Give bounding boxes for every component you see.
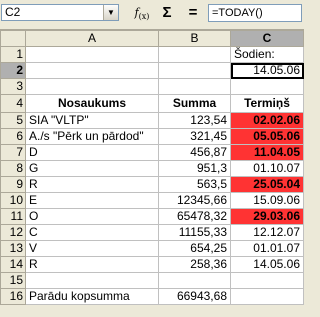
cell-a8[interactable]: G	[25, 160, 159, 177]
cell-a4[interactable]: Nosaukums	[25, 94, 159, 113]
cell-a6[interactable]: A./s "Pērk un pārdod"	[25, 128, 159, 145]
cell-c15[interactable]	[230, 272, 304, 289]
cell-c13[interactable]: 01.01.07	[230, 240, 304, 257]
table-row: 12 C 11155,33 12.12.07	[0, 224, 304, 241]
cell-b10[interactable]: 12345,66	[158, 192, 231, 209]
row-header[interactable]: 10	[0, 192, 26, 209]
row-header[interactable]: 16	[0, 288, 26, 305]
cell-b4[interactable]: Summa	[158, 94, 231, 113]
row-header[interactable]: 1	[0, 46, 26, 63]
formula-input[interactable]: =TODAY()	[208, 4, 302, 22]
row-header[interactable]: 6	[0, 128, 26, 145]
cell-a15[interactable]	[25, 272, 159, 289]
table-row: 7 D 456,87 11.04.05	[0, 144, 304, 161]
column-header-b[interactable]: B	[158, 30, 231, 47]
row-header[interactable]: 15	[0, 272, 26, 289]
cell-b3[interactable]	[158, 78, 231, 95]
sigma-icon: Σ	[162, 4, 172, 21]
cell-b5[interactable]: 123,54	[158, 112, 231, 129]
cell-c3[interactable]	[230, 78, 304, 95]
cell-a2[interactable]	[25, 62, 159, 79]
cell-a7[interactable]: D	[25, 144, 159, 161]
cell-c8[interactable]: 01.10.07	[230, 160, 304, 177]
cell-b16[interactable]: 66943,68	[158, 288, 231, 305]
cell-a3[interactable]	[25, 78, 159, 95]
cell-b1[interactable]	[158, 46, 231, 63]
cell-c4[interactable]: Termiņš	[230, 94, 304, 113]
formula-text: =TODAY()	[212, 7, 263, 19]
cell-a13[interactable]: V	[25, 240, 159, 257]
row-header[interactable]: 14	[0, 256, 26, 273]
name-box-value: C2	[5, 5, 21, 19]
cell-b14[interactable]: 258,36	[158, 256, 231, 273]
table-row: 10 E 12345,66 15.09.06	[0, 192, 304, 209]
cell-a5[interactable]: SIA "VLTP"	[25, 112, 159, 129]
cell-b2[interactable]	[158, 62, 231, 79]
function-icon: f(x)	[134, 6, 150, 22]
cell-b11[interactable]: 65478,32	[158, 208, 231, 225]
row-header[interactable]: 8	[0, 160, 26, 177]
cell-b9[interactable]: 563,5	[158, 176, 231, 193]
sum-button[interactable]: Σ	[158, 4, 176, 22]
row-header[interactable]: 4	[0, 94, 26, 113]
table-row: 16 Parādu kopsumma 66943,68	[0, 288, 304, 305]
cell-b13[interactable]: 654,25	[158, 240, 231, 257]
cell-c5[interactable]: 02.02.06	[230, 112, 304, 129]
name-box[interactable]: C2 ▼	[1, 4, 119, 21]
row-header[interactable]: 9	[0, 176, 26, 193]
column-header-a[interactable]: A	[25, 30, 159, 47]
spreadsheet-grid: A B C 1 Šodien: 2 14.05.06 3 4 Nosaukums…	[0, 30, 304, 305]
row-header[interactable]: 7	[0, 144, 26, 161]
column-header-c[interactable]: C	[230, 30, 304, 47]
cell-b7[interactable]: 456,87	[158, 144, 231, 161]
cell-c10[interactable]: 15.09.06	[230, 192, 304, 209]
cell-c1[interactable]: Šodien:	[230, 46, 304, 63]
equals-icon: =	[188, 4, 198, 21]
row-header[interactable]: 11	[0, 208, 26, 225]
row-header[interactable]: 12	[0, 224, 26, 241]
row-header[interactable]: 13	[0, 240, 26, 257]
cell-b8[interactable]: 951,3	[158, 160, 231, 177]
function-wizard-button[interactable]: f(x)	[131, 4, 153, 22]
table-row: 1 Šodien:	[0, 46, 304, 63]
table-row: 13 V 654,25 01.01.07	[0, 240, 304, 257]
table-row: 11 O 65478,32 29.03.06	[0, 208, 304, 225]
equals-button[interactable]: =	[184, 4, 202, 22]
cell-a16[interactable]: Parādu kopsumma	[25, 288, 159, 305]
table-row: 8 G 951,3 01.10.07	[0, 160, 304, 177]
cell-a11[interactable]: O	[25, 208, 159, 225]
row-header[interactable]: 5	[0, 112, 26, 129]
table-row: 6 A./s "Pērk un pārdod" 321,45 05.05.06	[0, 128, 304, 145]
table-row: 5 SIA "VLTP" 123,54 02.02.06	[0, 112, 304, 129]
row-header[interactable]: 3	[0, 78, 26, 95]
cell-c11[interactable]: 29.03.06	[230, 208, 304, 225]
cell-a12[interactable]: C	[25, 224, 159, 241]
cell-a1[interactable]	[25, 46, 159, 63]
table-row: 4 Nosaukums Summa Termiņš	[0, 94, 304, 113]
table-row: 14 R 258,36 14.05.06	[0, 256, 304, 273]
cell-c16[interactable]	[230, 288, 304, 305]
cell-a9[interactable]: R	[25, 176, 159, 193]
chevron-down-icon[interactable]: ▼	[103, 5, 118, 20]
cell-c6[interactable]: 05.05.06	[230, 128, 304, 145]
cell-c14[interactable]: 14.05.06	[230, 256, 304, 273]
cell-a14[interactable]: R	[25, 256, 159, 273]
select-all-corner[interactable]	[0, 30, 26, 47]
formula-bar: C2 ▼ f(x) Σ = =TODAY()	[0, 0, 304, 30]
cell-c7[interactable]: 11.04.05	[230, 144, 304, 161]
cell-b15[interactable]	[158, 272, 231, 289]
cell-c9[interactable]: 25.05.04	[230, 176, 304, 193]
cell-b6[interactable]: 321,45	[158, 128, 231, 145]
table-row: 15	[0, 272, 304, 289]
table-row: 3	[0, 78, 304, 95]
cell-b12[interactable]: 11155,33	[158, 224, 231, 241]
row-header[interactable]: 2	[0, 62, 26, 79]
table-row: 2 14.05.06	[0, 62, 304, 79]
cell-c2-selected[interactable]: 14.05.06	[230, 62, 304, 79]
cell-a10[interactable]: E	[25, 192, 159, 209]
cell-c12[interactable]: 12.12.07	[230, 224, 304, 241]
table-row: 9 R 563,5 25.05.04	[0, 176, 304, 193]
